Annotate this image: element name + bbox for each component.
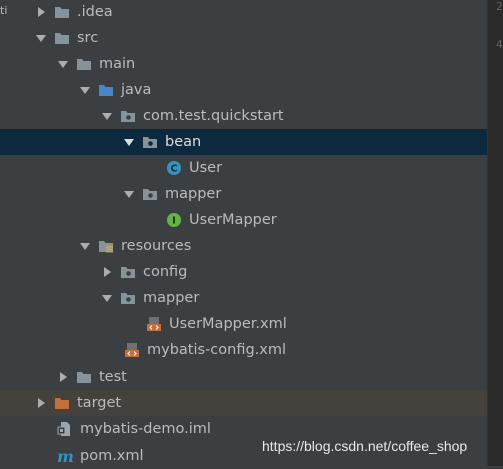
interface-icon: I bbox=[166, 212, 182, 228]
tree-item-label: mybatis-config.xml bbox=[147, 342, 287, 358]
tree-item-mybatis-config-xml[interactable]: mybatis-config.xml bbox=[0, 337, 487, 363]
tree-item-main[interactable]: main bbox=[0, 51, 487, 77]
chevron-down-icon[interactable] bbox=[122, 187, 136, 201]
package-icon bbox=[142, 186, 158, 202]
tree-item-label: resources bbox=[121, 238, 192, 254]
editor-gutter: 2 4 bbox=[487, 0, 503, 466]
maven-icon: m bbox=[57, 448, 73, 464]
tree-item-idea[interactable]: .idea bbox=[0, 0, 487, 25]
svg-text:m: m bbox=[57, 448, 73, 464]
tree-item-label: bean bbox=[165, 134, 202, 150]
chevron-down-icon[interactable] bbox=[100, 291, 114, 305]
tree-item-usermapper-xml[interactable]: UserMapper.xml bbox=[0, 311, 487, 337]
tree-item-label: mapper bbox=[165, 186, 222, 202]
watermark: https://blog.csdn.net/coffee_shop bbox=[262, 438, 468, 454]
tree-item-java[interactable]: java bbox=[0, 77, 487, 103]
class-icon: C bbox=[166, 160, 182, 176]
tree-item-src[interactable]: src bbox=[0, 25, 487, 51]
chevron-down-icon[interactable] bbox=[78, 83, 92, 97]
svg-text:I: I bbox=[172, 216, 176, 227]
tree-item-label: mybatis-demo.iml bbox=[80, 421, 211, 437]
tree-item-config[interactable]: config bbox=[0, 259, 487, 285]
chevron-down-icon[interactable] bbox=[78, 239, 92, 253]
tree-item-label: com.test.quickstart bbox=[143, 108, 284, 124]
tree-item-label: main bbox=[99, 56, 136, 72]
tree-item-label: config bbox=[143, 264, 188, 280]
chevron-down-icon[interactable] bbox=[34, 31, 48, 45]
chevron-right-icon[interactable] bbox=[56, 370, 70, 384]
svg-text:C: C bbox=[170, 164, 177, 175]
folder-icon bbox=[54, 4, 70, 20]
package-icon bbox=[120, 108, 136, 124]
line-number: 2 bbox=[496, 0, 503, 13]
folder-icon bbox=[76, 369, 92, 385]
xml-file-icon bbox=[124, 342, 140, 358]
tree-item-label: UserMapper bbox=[189, 212, 277, 228]
folder-icon bbox=[54, 30, 70, 46]
tree-item-label: pom.xml bbox=[80, 448, 144, 464]
tree-item-mapper-resources[interactable]: mapper bbox=[0, 285, 487, 311]
tree-item-test[interactable]: test bbox=[0, 364, 487, 390]
chevron-right-icon[interactable] bbox=[100, 265, 114, 279]
tree-item-label: .idea bbox=[77, 4, 113, 20]
line-number: 4 bbox=[496, 38, 503, 51]
tree-item-label: mapper bbox=[143, 290, 200, 306]
chevron-down-icon[interactable] bbox=[122, 135, 136, 149]
chevron-right-icon[interactable] bbox=[34, 396, 48, 410]
folder-icon bbox=[76, 56, 92, 72]
tree-item-bean[interactable]: bean bbox=[0, 129, 487, 155]
tree-item-label: java bbox=[121, 82, 152, 98]
tree-item-label: UserMapper.xml bbox=[169, 316, 287, 332]
excluded-folder-icon bbox=[54, 395, 70, 411]
edge-glyph: ti bbox=[0, 4, 8, 17]
tree-item-label: test bbox=[99, 369, 127, 385]
tree-item-resources[interactable]: resources bbox=[0, 233, 487, 259]
resources-folder-icon bbox=[98, 238, 114, 254]
tree-item-label: target bbox=[77, 395, 122, 411]
source-folder-icon bbox=[98, 82, 114, 98]
tree-item-target[interactable]: target bbox=[0, 390, 487, 416]
tree-item-mapper-package[interactable]: mapper bbox=[0, 181, 487, 207]
project-tree: .idea src main java com.test.quickstart … bbox=[0, 0, 487, 466]
chevron-down-icon[interactable] bbox=[56, 57, 70, 71]
module-file-icon bbox=[57, 421, 73, 437]
tree-item-user-class[interactable]: C User bbox=[0, 155, 487, 181]
xml-file-icon bbox=[146, 316, 162, 332]
tree-item-usermapper-interface[interactable]: I UserMapper bbox=[0, 207, 487, 233]
tree-item-package[interactable]: com.test.quickstart bbox=[0, 103, 487, 129]
chevron-right-icon[interactable] bbox=[34, 5, 48, 19]
package-icon bbox=[142, 134, 158, 150]
tree-item-label: src bbox=[77, 30, 99, 46]
package-icon bbox=[120, 290, 136, 306]
chevron-down-icon[interactable] bbox=[100, 109, 114, 123]
package-icon bbox=[120, 264, 136, 280]
tree-item-label: User bbox=[189, 160, 223, 176]
